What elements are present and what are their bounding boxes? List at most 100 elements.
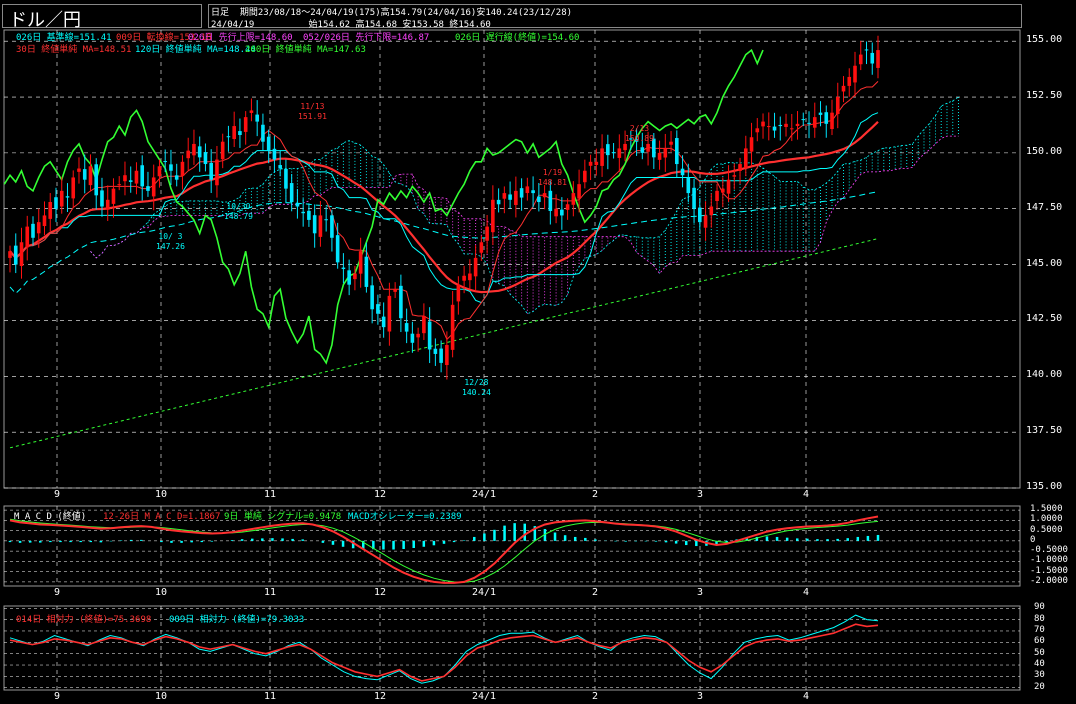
candle-body bbox=[404, 323, 409, 332]
candle-body bbox=[847, 76, 852, 86]
x-tick-label-macd: 4 bbox=[803, 587, 810, 598]
candle-body bbox=[163, 161, 168, 163]
candle-body bbox=[738, 164, 742, 171]
candle-body bbox=[295, 203, 300, 207]
candle-body bbox=[876, 50, 880, 68]
candle-body bbox=[238, 131, 242, 136]
candle-body bbox=[755, 128, 760, 133]
candle-body bbox=[111, 188, 116, 204]
candle-body bbox=[151, 177, 156, 197]
candle-body bbox=[289, 183, 294, 203]
candle-body bbox=[784, 123, 788, 127]
candle-body bbox=[220, 141, 225, 160]
candle-body bbox=[703, 215, 708, 228]
x-tick-label: 12 bbox=[374, 489, 387, 500]
candle-body bbox=[410, 333, 415, 343]
candle-body bbox=[743, 148, 748, 169]
candle-body bbox=[278, 165, 282, 169]
macd-line bbox=[9, 515, 879, 584]
x-tick-label-macd: 9 bbox=[54, 587, 61, 598]
candle-body bbox=[243, 117, 248, 132]
macd-signal-line bbox=[9, 518, 879, 583]
candle-body bbox=[42, 215, 47, 227]
candle-body bbox=[663, 148, 668, 158]
x-tick-label-macd: 3 bbox=[697, 587, 704, 598]
rsi-y-tick: 80 bbox=[1034, 613, 1045, 624]
candlesticks bbox=[8, 35, 880, 380]
candle-body bbox=[715, 190, 719, 202]
candle-body bbox=[542, 193, 547, 198]
candle-body bbox=[473, 257, 478, 277]
candle-body bbox=[462, 275, 466, 281]
candle-body bbox=[479, 242, 484, 253]
annotation-2: 1/19 148.81 bbox=[538, 168, 567, 187]
candle-body bbox=[117, 184, 122, 186]
candle-body bbox=[347, 270, 351, 285]
candle-body bbox=[720, 188, 725, 193]
candle-body bbox=[324, 219, 328, 221]
candle-body bbox=[749, 137, 754, 152]
x-tick-label: 10 bbox=[155, 489, 168, 500]
ma120-line bbox=[9, 191, 879, 295]
candle-body bbox=[140, 165, 145, 187]
y-tick-label: 145.00 bbox=[1026, 257, 1063, 269]
candle-body bbox=[358, 251, 363, 274]
macd-y-tick: 1.5000 bbox=[1030, 504, 1063, 515]
candle-body bbox=[54, 197, 58, 209]
candle-body bbox=[491, 199, 495, 233]
candle-body bbox=[537, 196, 541, 203]
candle-body bbox=[19, 242, 24, 267]
x-tick-label-rsi: 3 bbox=[697, 691, 704, 702]
candle-body bbox=[870, 52, 875, 64]
ma30-line bbox=[9, 121, 879, 294]
ohlc-info: 24/04/19 始154.62 高154.68 安153.58 終154.60 bbox=[211, 17, 491, 30]
x-tick-label-macd: 12 bbox=[374, 587, 387, 598]
candle-body bbox=[335, 235, 340, 263]
x-tick-label: 9 bbox=[54, 489, 61, 500]
candle-body bbox=[606, 144, 610, 156]
candle-body bbox=[77, 168, 81, 172]
candle-body bbox=[623, 143, 627, 151]
candle-body bbox=[82, 169, 87, 180]
rsi-y-tick: 90 bbox=[1034, 602, 1045, 613]
candle-body bbox=[174, 175, 179, 180]
legend-rsi-0: 014日 相対力 (終値)=75.3698 bbox=[16, 615, 152, 625]
y-tick-label: 137.50 bbox=[1026, 425, 1063, 437]
macd-y-tick: 1.0000 bbox=[1030, 514, 1063, 525]
candle-body bbox=[416, 333, 420, 338]
x-tick-label-rsi: 9 bbox=[54, 691, 61, 702]
x-tick-label-rsi: 24/1 bbox=[472, 691, 497, 702]
y-tick-label: 135.00 bbox=[1026, 481, 1063, 492]
macd-y-tick: -0.5000 bbox=[1030, 545, 1068, 556]
x-tick-label: 4 bbox=[803, 489, 810, 500]
candle-body bbox=[807, 122, 811, 124]
candle-body bbox=[381, 316, 386, 328]
x-tick-label: 3 bbox=[697, 489, 704, 500]
candle-body bbox=[215, 159, 219, 186]
candle-body bbox=[531, 190, 535, 194]
candle-body bbox=[560, 209, 564, 216]
candle-body bbox=[577, 184, 581, 199]
candle-body bbox=[301, 211, 305, 214]
candle-body bbox=[180, 161, 185, 176]
candle-body bbox=[468, 273, 472, 281]
rsi9-line bbox=[9, 614, 879, 684]
candle-body bbox=[496, 199, 501, 205]
candle-body bbox=[146, 186, 150, 191]
panel-frame-2 bbox=[3, 605, 1021, 691]
legend-macd-2: 9日 単純 シグナル=0.9478 bbox=[224, 512, 342, 522]
candle-body bbox=[692, 187, 696, 209]
candle-body bbox=[100, 190, 104, 207]
candle-body bbox=[192, 143, 196, 156]
x-tick-label: 24/1 bbox=[472, 489, 497, 500]
candle-body bbox=[858, 54, 863, 65]
candle-body bbox=[364, 256, 369, 287]
candle-body bbox=[830, 112, 834, 130]
candle-body bbox=[249, 110, 254, 113]
y-tick-label: 152.50 bbox=[1026, 90, 1063, 102]
legend-main-7: 200日 終値単純 MA=147.63 bbox=[245, 45, 366, 55]
candle-body bbox=[330, 215, 334, 238]
candle-body bbox=[128, 180, 133, 182]
macd-y-tick: -1.0000 bbox=[1030, 555, 1068, 566]
rsi-y-tick: 40 bbox=[1034, 659, 1045, 670]
